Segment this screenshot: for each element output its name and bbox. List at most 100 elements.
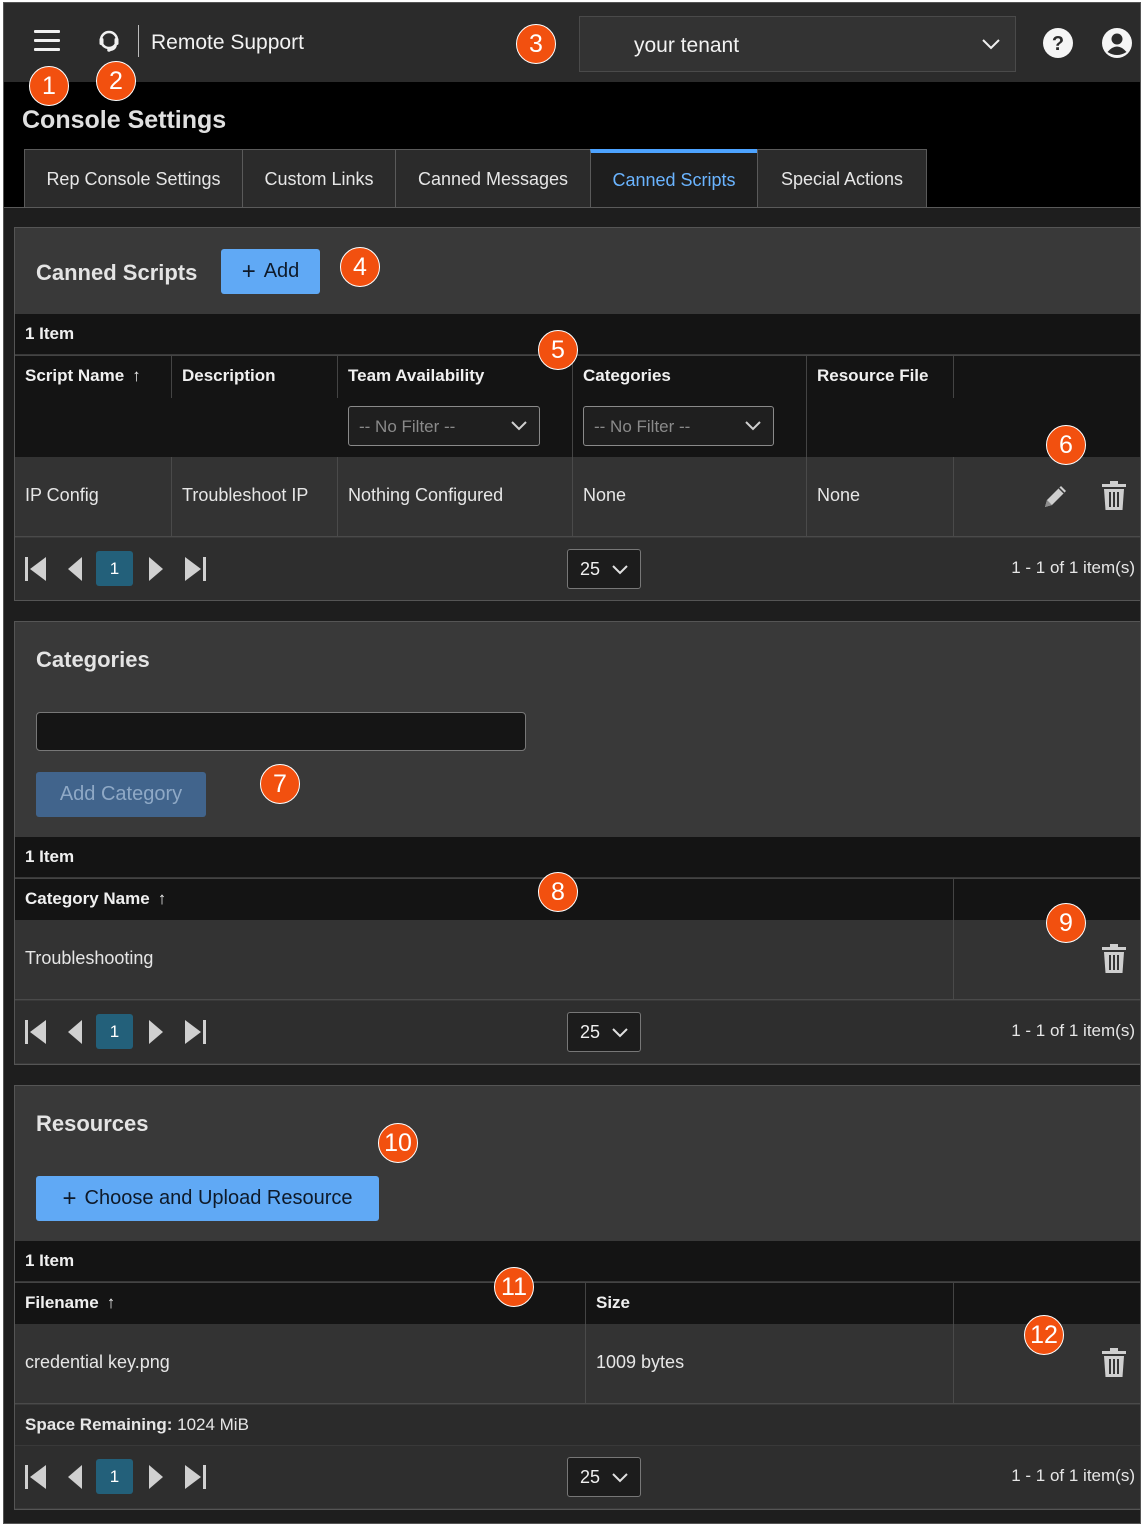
- categories-table-header: Category Name ↑: [15, 878, 1140, 921]
- first-page-icon[interactable]: [24, 556, 48, 582]
- current-page-button[interactable]: 1: [96, 1459, 133, 1494]
- last-page-icon[interactable]: [183, 556, 207, 582]
- categories-panel: Categories Add Category 1 Item Category …: [14, 621, 1140, 1065]
- settings-tabs: Rep Console Settings Custom Links Canned…: [24, 149, 927, 208]
- col-script-name[interactable]: Script Name ↑: [15, 356, 172, 398]
- callout-badge-12: 12: [1024, 1315, 1064, 1355]
- brand-name: Remote Support: [151, 31, 304, 54]
- tenant-select[interactable]: your tenant: [579, 16, 1016, 72]
- team-filter-value: -- No Filter --: [359, 417, 456, 436]
- first-page-icon[interactable]: [24, 1019, 48, 1045]
- callout-badge-7: 7: [260, 764, 300, 804]
- chevron-down-icon: [612, 1473, 628, 1483]
- page-size-value: 25: [580, 1467, 601, 1487]
- trash-icon[interactable]: [1101, 481, 1127, 511]
- trash-icon[interactable]: [1101, 944, 1127, 974]
- tabs-divider: [4, 207, 1140, 208]
- space-remaining-label: Space Remaining:: [25, 1415, 173, 1434]
- script-name-cell: IP Config: [15, 457, 172, 537]
- table-row[interactable]: Troubleshooting: [15, 920, 1140, 1000]
- next-page-icon[interactable]: [145, 556, 169, 582]
- col-label: Category Name: [25, 889, 150, 908]
- callout-badge-4: 4: [340, 247, 380, 287]
- previous-page-icon[interactable]: [64, 1019, 88, 1045]
- callout-badge-11: 11: [494, 1267, 534, 1307]
- resources-item-count: 1 Item: [15, 1241, 1140, 1281]
- categories-pager: 1 25 1 - 1 of 1 item(s): [15, 1001, 1140, 1063]
- brand-divider: [138, 25, 139, 57]
- last-page-icon[interactable]: [183, 1464, 207, 1490]
- scripts-item-count: 1 Item: [15, 314, 1140, 354]
- edit-pencil-icon[interactable]: [1040, 482, 1070, 512]
- previous-page-icon[interactable]: [64, 556, 88, 582]
- resources-title: Resources: [36, 1111, 149, 1136]
- col-label: Size: [596, 1293, 631, 1312]
- col-description[interactable]: Description: [172, 356, 338, 398]
- callout-badge-2: 2: [96, 61, 136, 101]
- page-size-value: 25: [580, 1022, 601, 1042]
- user-account-icon[interactable]: [1101, 27, 1133, 59]
- sort-up-arrow-icon: ↑: [132, 366, 141, 385]
- col-label: Filename: [25, 1293, 99, 1312]
- upload-resource-button[interactable]: + Choose and Upload Resource: [36, 1176, 379, 1221]
- col-resource-file[interactable]: Resource File: [807, 356, 954, 398]
- callout-badge-6: 6: [1046, 425, 1086, 465]
- callout-badge-3: 3: [516, 24, 556, 64]
- pager-info: 1 - 1 of 1 item(s): [1011, 1466, 1135, 1485]
- first-page-icon[interactable]: [24, 1464, 48, 1490]
- tab-canned-messages[interactable]: Canned Messages: [395, 149, 591, 208]
- tab-special-actions[interactable]: Special Actions: [757, 149, 927, 208]
- tab-label: Special Actions: [780, 168, 904, 189]
- next-page-icon[interactable]: [145, 1019, 169, 1045]
- last-page-icon[interactable]: [183, 1019, 207, 1045]
- callout-badge-8: 8: [538, 872, 578, 912]
- current-page-button[interactable]: 1: [96, 1014, 133, 1049]
- help-circle-icon[interactable]: ?: [1042, 27, 1074, 59]
- team-filter-select[interactable]: -- No Filter --: [348, 406, 540, 446]
- canned-scripts-title: Canned Scripts: [36, 260, 198, 285]
- table-row[interactable]: credential key.png 1009 bytes: [15, 1324, 1140, 1404]
- categories-cell: None: [573, 457, 807, 537]
- next-page-icon[interactable]: [145, 1464, 169, 1490]
- category-name-cell: Troubleshooting: [15, 920, 954, 1000]
- sort-up-arrow-icon: ↑: [106, 1293, 116, 1312]
- col-label: Categories: [583, 366, 671, 385]
- categories-item-count: 1 Item: [15, 837, 1140, 877]
- space-remaining: Space Remaining: 1024 MiB: [15, 1405, 1140, 1445]
- category-name-input[interactable]: [36, 712, 526, 751]
- col-size[interactable]: Size: [586, 1283, 954, 1325]
- previous-page-icon[interactable]: [64, 1464, 88, 1490]
- add-category-button[interactable]: Add Category: [36, 772, 206, 817]
- team-cell: Nothing Configured: [338, 457, 573, 537]
- chevron-down-icon: [612, 565, 628, 575]
- filename-cell: credential key.png: [15, 1324, 586, 1404]
- add-script-label: Add: [263, 260, 300, 282]
- plus-icon: +: [62, 1184, 77, 1212]
- categories-filter-select[interactable]: -- No Filter --: [583, 406, 774, 446]
- tab-custom-links[interactable]: Custom Links: [242, 149, 396, 208]
- upload-resource-label: Choose and Upload Resource: [84, 1187, 353, 1209]
- chevron-down-icon: [511, 421, 527, 431]
- page-size-select[interactable]: 25: [567, 1012, 641, 1052]
- tab-rep-console-settings[interactable]: Rep Console Settings: [24, 149, 243, 208]
- callout-badge-5: 5: [538, 330, 578, 370]
- tab-label: Canned Messages: [417, 168, 569, 189]
- tab-label: Rep Console Settings: [46, 168, 221, 189]
- resources-pager: 1 25 1 - 1 of 1 item(s): [15, 1446, 1140, 1508]
- trash-icon[interactable]: [1101, 1348, 1127, 1378]
- callout-badge-10: 10: [378, 1123, 418, 1163]
- hamburger-menu-icon[interactable]: [34, 30, 60, 52]
- col-category-name[interactable]: Category Name ↑: [15, 879, 954, 921]
- add-script-button[interactable]: + Add: [221, 249, 320, 294]
- plus-icon: +: [241, 257, 256, 285]
- page-size-value: 25: [580, 559, 601, 579]
- top-bar: Remote Support your tenant ?: [4, 3, 1140, 82]
- table-row[interactable]: IP Config Troubleshoot IP Nothing Config…: [15, 457, 1140, 537]
- tab-canned-scripts[interactable]: Canned Scripts: [590, 149, 758, 208]
- pager-info: 1 - 1 of 1 item(s): [1011, 558, 1135, 577]
- scripts-pager: 1 25 1 - 1 of 1 item(s): [15, 538, 1140, 600]
- page-size-select[interactable]: 25: [567, 1457, 641, 1497]
- page-size-select[interactable]: 25: [567, 549, 641, 589]
- chevron-down-icon: [982, 39, 1000, 50]
- current-page-button[interactable]: 1: [96, 551, 133, 586]
